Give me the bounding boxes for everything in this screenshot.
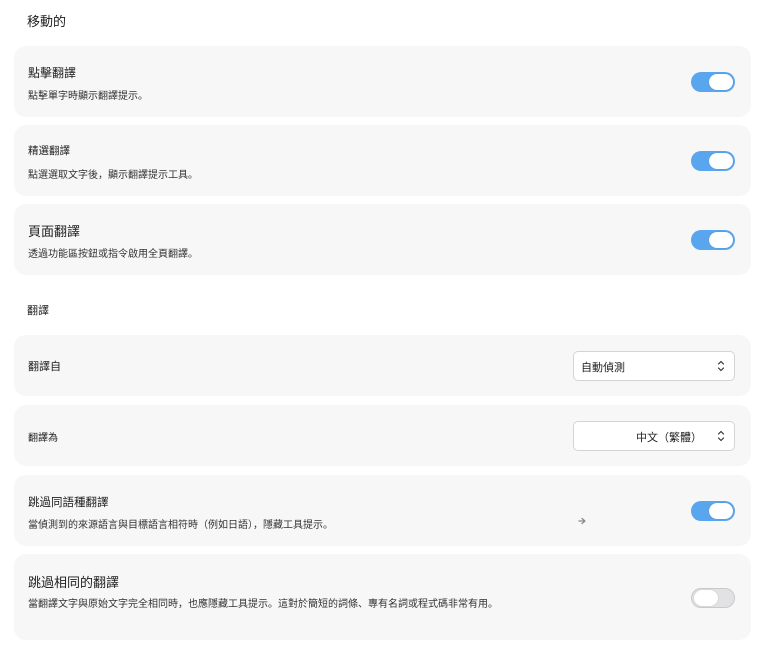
select-value: 自動偵測: [581, 361, 625, 374]
setting-title: 點擊翻譯: [28, 66, 77, 80]
translate-to-select[interactable]: 中文（繁體）: [573, 421, 735, 451]
mouse-pointer-icon: [578, 517, 586, 525]
toggle-knob: [709, 503, 733, 519]
toggle-knob: [709, 153, 733, 169]
section-title-mobile: 移動的: [27, 15, 67, 30]
setting-title: 跳過相同的翻譯: [28, 576, 120, 591]
setting-description: 點選選取文字後，顯示翻譯提示工具。: [28, 170, 198, 181]
setting-description: 當翻譯文字與原始文字完全相同時，也應隱藏工具提示。這對於簡短的詞條、專有名詞或程…: [28, 599, 498, 610]
toggle-knob: [709, 232, 733, 248]
setting-row-translate-from: 翻譯自 自動偵測: [14, 335, 751, 396]
setting-title: 翻譯自: [28, 360, 61, 373]
toggle-knob: [694, 590, 718, 606]
toggle-knob: [709, 74, 733, 90]
page-translate-toggle[interactable]: [691, 230, 735, 250]
setting-description: 透過功能區按鈕或指令啟用全頁翻譯。: [28, 249, 198, 260]
section-title-translate: 翻譯: [27, 304, 49, 317]
setting-row-selection-translate: 精選翻譯 點選選取文字後，顯示翻譯提示工具。: [14, 125, 751, 196]
skip-same-language-toggle[interactable]: [691, 501, 735, 521]
selection-translate-toggle[interactable]: [691, 151, 735, 171]
tap-translate-toggle[interactable]: [691, 72, 735, 92]
setting-row-translate-to: 翻譯為 中文（繁體）: [14, 405, 751, 466]
select-value: 中文（繁體）: [636, 431, 702, 444]
setting-title: 翻譯為: [28, 433, 58, 444]
setting-row-page-translate: 頁面翻譯 透過功能區按鈕或指令啟用全頁翻譯。: [14, 204, 751, 275]
setting-title: 精選翻譯: [28, 145, 70, 157]
setting-row-tap-translate: 點擊翻譯 點擊單字時顯示翻譯提示。: [14, 46, 751, 117]
setting-row-skip-identical: 跳過相同的翻譯 當翻譯文字與原始文字完全相同時，也應隱藏工具提示。這對於簡短的詞…: [14, 554, 751, 640]
setting-title: 跳過同語種翻譯: [28, 495, 109, 509]
chevron-up-down-icon: [717, 360, 725, 372]
setting-row-skip-same-language: 跳過同語種翻譯 當偵測到的來源語言與目標語言相符時（例如日語），隱藏工具提示。: [14, 475, 751, 546]
chevron-up-down-icon: [717, 430, 725, 442]
skip-identical-toggle[interactable]: [691, 588, 735, 608]
setting-title: 頁面翻譯: [28, 225, 81, 240]
setting-description: 當偵測到的來源語言與目標語言相符時（例如日語），隱藏工具提示。: [28, 520, 333, 531]
setting-description: 點擊單字時顯示翻譯提示。: [28, 91, 148, 102]
translate-from-select[interactable]: 自動偵測: [573, 351, 735, 381]
